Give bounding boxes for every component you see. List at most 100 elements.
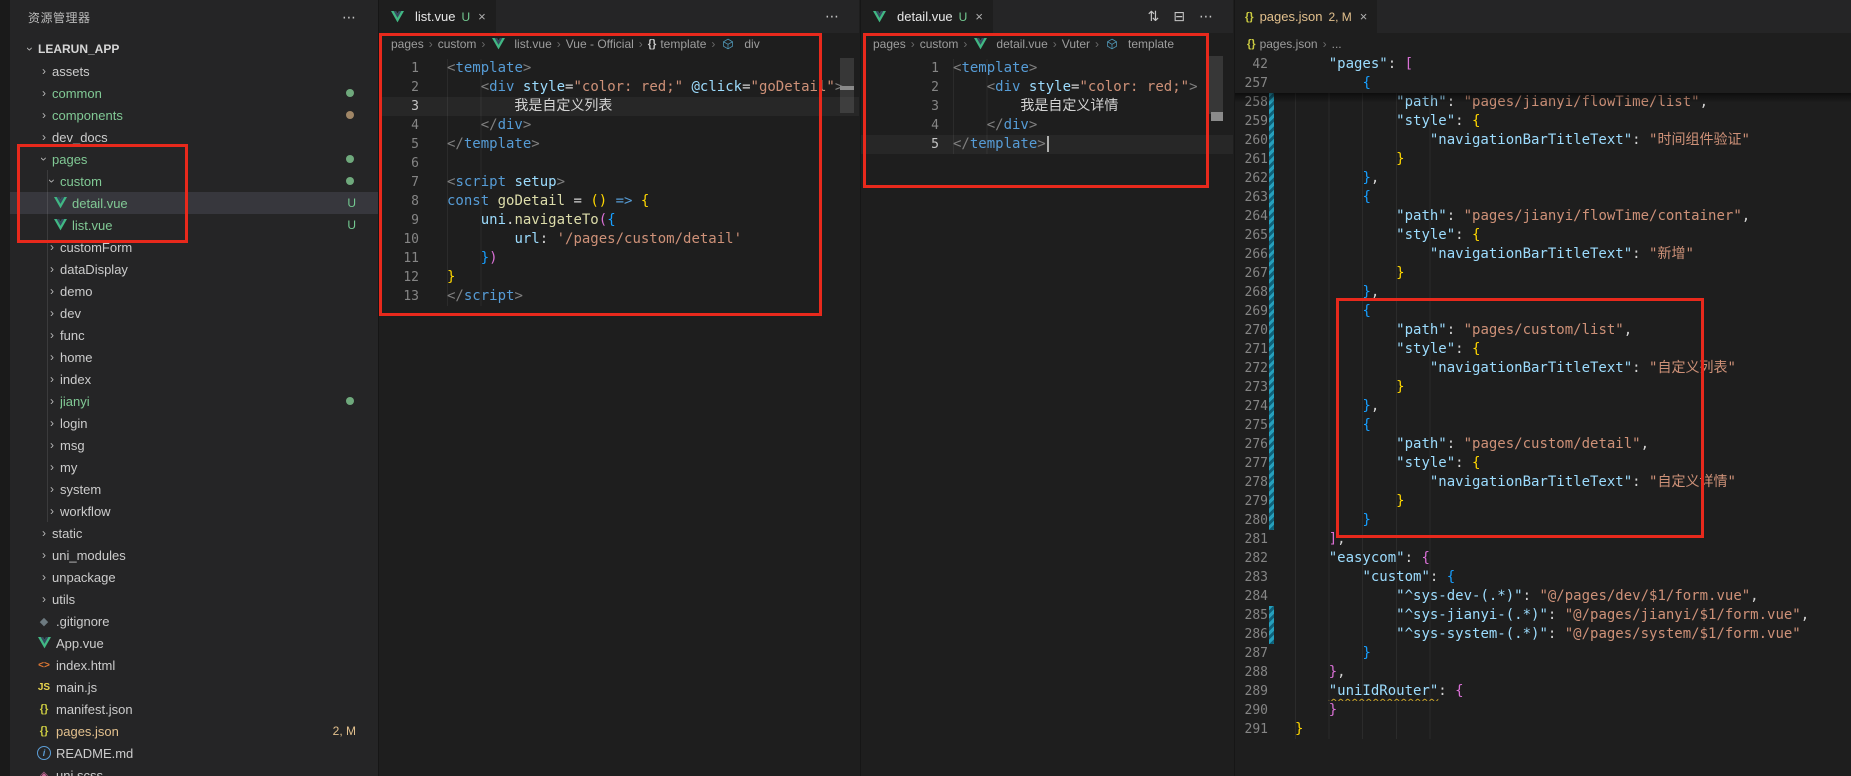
code-line-1[interactable]: 1<template> — [861, 59, 1233, 78]
scrollbar-slider[interactable] — [1209, 56, 1223, 114]
vue-icon — [36, 637, 52, 649]
sidebar-item-assets[interactable]: ›assets — [10, 60, 378, 82]
sidebar-item-jianyi[interactable]: ›jianyi — [10, 390, 378, 412]
line-number: 267 — [1235, 264, 1268, 283]
breadcrumb-item[interactable]: detail.vue — [972, 37, 1047, 51]
line-number: 6 — [379, 154, 419, 173]
sidebar-item-pages[interactable]: ›pages — [10, 148, 378, 170]
sidebar-item-main-js[interactable]: JSmain.js — [10, 676, 378, 698]
chevron-down-icon: › — [37, 151, 51, 167]
sidebar-item-func[interactable]: ›func — [10, 324, 378, 346]
code-line-3[interactable]: 3 我是自定义详情 — [861, 97, 1233, 116]
line-number: 261 — [1235, 150, 1268, 169]
sidebar-item-index-html[interactable]: <>index.html — [10, 654, 378, 676]
line-number: 276 — [1235, 435, 1268, 454]
sidebar-item-static[interactable]: ›static — [10, 522, 378, 544]
breadcrumb-item[interactable]: list.vue — [490, 37, 551, 51]
sidebar-item-components[interactable]: ›components — [10, 104, 378, 126]
sidebar-item-dev-docs[interactable]: ›dev_docs — [10, 126, 378, 148]
breadcrumb-item[interactable]: Vuter — [1062, 37, 1090, 51]
sidebar-item-system[interactable]: ›system — [10, 478, 378, 500]
breadcrumb-item[interactable]: pages — [873, 37, 906, 51]
close-icon[interactable]: × — [975, 9, 983, 24]
sidebar-item-uni-modules[interactable]: ›uni_modules — [10, 544, 378, 566]
breadcrumb-separator: › — [1095, 37, 1099, 51]
more-actions-icon[interactable]: ⋯ — [825, 8, 839, 25]
split-editor-icon[interactable]: ⊟ — [1173, 8, 1185, 25]
close-icon[interactable]: × — [478, 9, 486, 24]
breadcrumb-item[interactable]: custom — [438, 37, 477, 51]
sidebar-item-list-vue[interactable]: list.vueU — [10, 214, 378, 236]
code-line-257[interactable]: 257 { — [1235, 74, 1851, 93]
item-label: jianyi — [60, 394, 346, 409]
explorer-header: 资源管理器 ⋯ — [10, 0, 378, 35]
sidebar-item-msg[interactable]: ›msg — [10, 434, 378, 456]
breadcrumb-item[interactable]: ... — [1332, 37, 1342, 51]
code-line-5[interactable]: 5</template> — [861, 135, 1233, 154]
breadcrumb-item[interactable]: Vue - Official — [566, 37, 634, 51]
line-number: 259 — [1235, 112, 1268, 131]
scss-icon: ◈ — [36, 770, 52, 776]
indent-guides — [953, 59, 988, 154]
item-label: App.vue — [56, 636, 378, 651]
sidebar-item-login[interactable]: ›login — [10, 412, 378, 434]
sidebar-item-uni-scss[interactable]: ◈uni.scss — [10, 764, 378, 776]
tab-list-vue[interactable]: list.vueU× — [379, 0, 496, 33]
breadcrumb-item[interactable]: pages — [391, 37, 424, 51]
tab-git-badge: 2, M — [1328, 10, 1351, 24]
line-number: 288 — [1235, 663, 1268, 682]
code-line-42[interactable]: 42 "pages": [ — [1235, 55, 1851, 74]
sidebar-item-dev[interactable]: ›dev — [10, 302, 378, 324]
explorer-more-icon[interactable]: ⋯ — [334, 9, 364, 26]
git-modified-gutter — [1269, 606, 1274, 644]
item-label: system — [60, 482, 378, 497]
sidebar-item-pages-json[interactable]: {}pages.json2, M — [10, 720, 378, 742]
sidebar-item-readme-md[interactable]: iREADME.md — [10, 742, 378, 764]
sidebar-item-detail-vue[interactable]: detail.vueU — [10, 192, 378, 214]
line-number: 284 — [1235, 587, 1268, 606]
code-line-2[interactable]: 2 <div style="color: red;"> — [861, 78, 1233, 97]
braces-icon: {} — [1245, 11, 1254, 23]
line-text — [447, 154, 859, 173]
vue-icon — [871, 11, 887, 23]
tab-detail-vue[interactable]: detail.vueU× — [861, 0, 993, 33]
code-line-4[interactable]: 4 </div> — [861, 116, 1233, 135]
line-number: 281 — [1235, 530, 1268, 549]
close-icon[interactable]: × — [1360, 9, 1368, 24]
sidebar-item-learun-app[interactable]: ›LEARUN_APP — [10, 38, 378, 60]
sidebar-item-customform[interactable]: ›customForm — [10, 236, 378, 258]
sidebar-item-demo[interactable]: ›demo — [10, 280, 378, 302]
line-number: 5 — [379, 135, 419, 154]
sidebar-item-utils[interactable]: ›utils — [10, 588, 378, 610]
line-number: 4 — [379, 116, 419, 135]
breadcrumb-item[interactable]: div — [720, 37, 759, 51]
sidebar-item-workflow[interactable]: ›workflow — [10, 500, 378, 522]
sidebar-item-app-vue[interactable]: App.vue — [10, 632, 378, 654]
sidebar-item-custom[interactable]: ›custom — [10, 170, 378, 192]
line-number: 264 — [1235, 207, 1268, 226]
chevron-right-icon: › — [36, 592, 52, 606]
code-area[interactable]: 1<template>2 <div style="color: red;">3 … — [861, 55, 1233, 776]
sidebar-item-common[interactable]: ›common — [10, 82, 378, 104]
sticky-scroll: 42 "pages": [257 { — [1235, 55, 1851, 93]
vue-icon — [972, 38, 988, 50]
breadcrumb-item[interactable]: template — [1104, 37, 1174, 51]
line-number: 11 — [379, 249, 419, 268]
open-changes-icon[interactable]: ⇅ — [1148, 8, 1160, 25]
sidebar-item-home[interactable]: ›home — [10, 346, 378, 368]
sidebar-item-index[interactable]: ›index — [10, 368, 378, 390]
sidebar-item-datadisplay[interactable]: ›dataDisplay — [10, 258, 378, 280]
more-actions-icon[interactable]: ⋯ — [1199, 8, 1213, 25]
breadcrumb-item[interactable]: custom — [920, 37, 959, 51]
breadcrumb-item[interactable]: {}template — [648, 37, 707, 51]
line-text: const goDetail = () => { — [447, 192, 859, 211]
breadcrumb-item[interactable]: {}pages.json — [1247, 37, 1318, 51]
tab-pages-json[interactable]: {}pages.json2, M× — [1235, 0, 1377, 33]
sidebar-item-manifest-json[interactable]: {}manifest.json — [10, 698, 378, 720]
sidebar-item-unpackage[interactable]: ›unpackage — [10, 566, 378, 588]
json-icon: {} — [36, 725, 52, 737]
sidebar-item--gitignore[interactable]: ◆.gitignore — [10, 610, 378, 632]
line-number: 285 — [1235, 606, 1268, 625]
tree-indent-guide — [47, 170, 48, 522]
sidebar-item-my[interactable]: ›my — [10, 456, 378, 478]
